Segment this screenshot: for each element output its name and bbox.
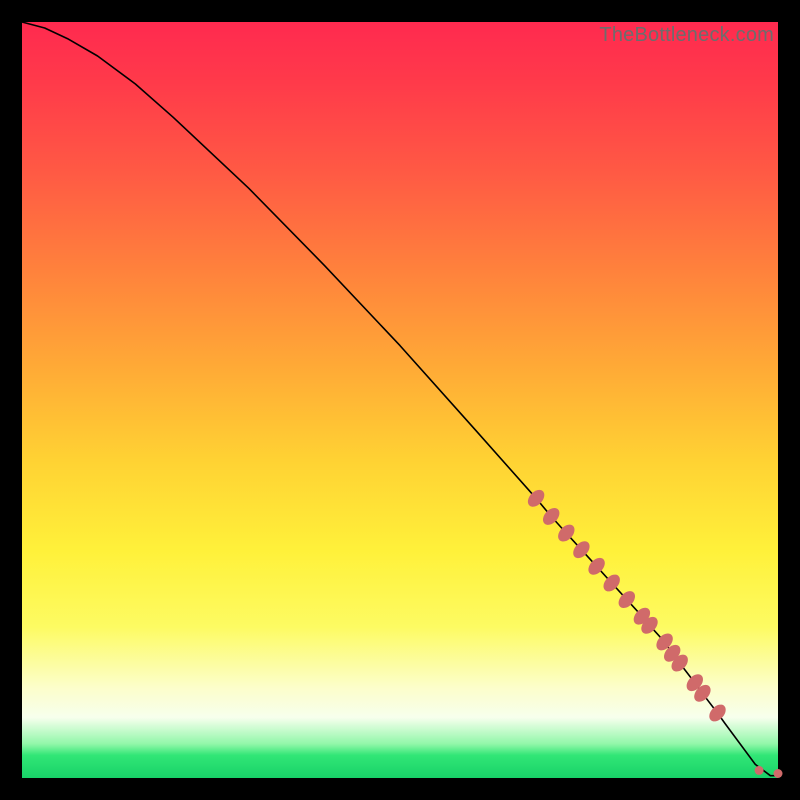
- bottleneck-curve: [22, 22, 778, 776]
- plot-area: TheBottleneck.com: [22, 22, 778, 778]
- data-marker: [706, 701, 729, 724]
- chart-stage: TheBottleneck.com: [0, 0, 800, 800]
- data-marker: [755, 766, 764, 775]
- marker-group: [525, 487, 783, 778]
- data-marker: [774, 769, 783, 778]
- chart-svg: [22, 22, 778, 778]
